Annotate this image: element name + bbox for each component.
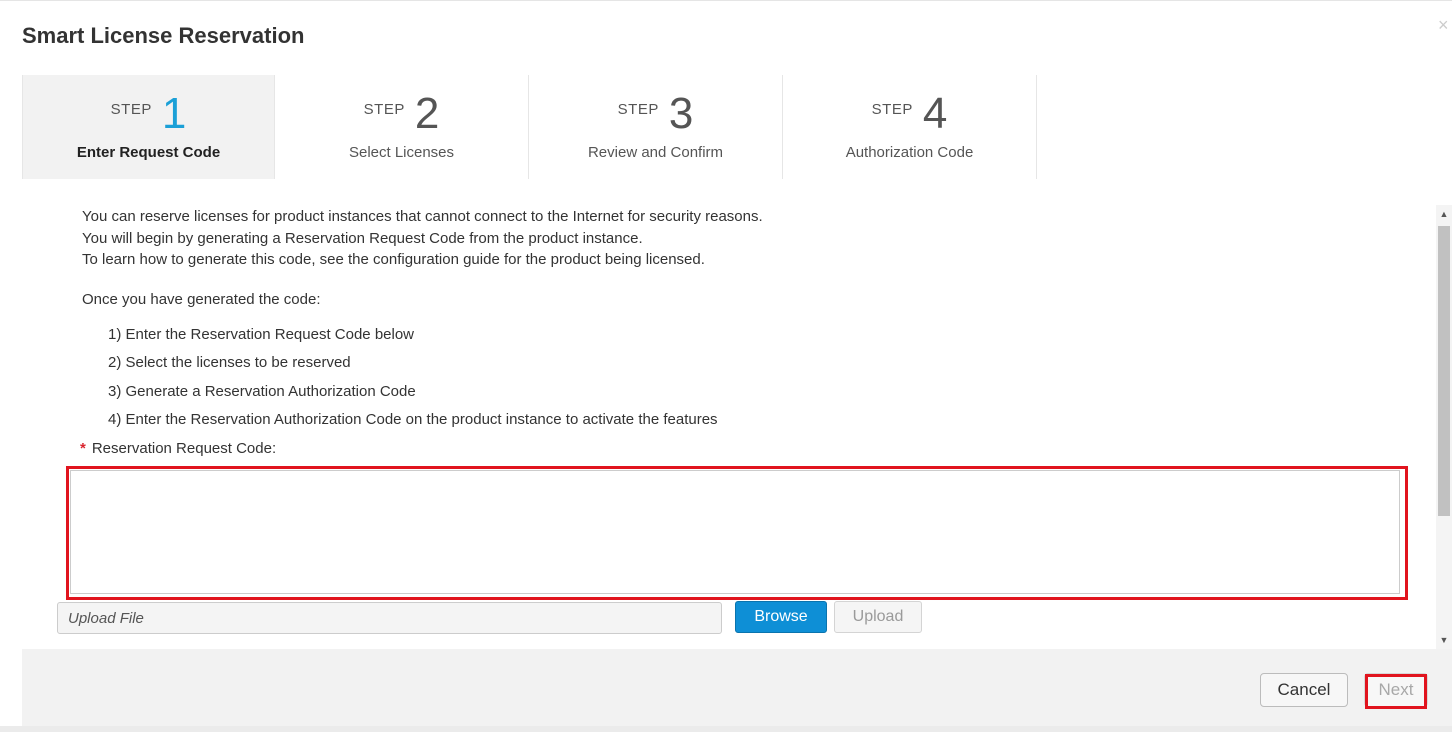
step-number: 4 [922,89,948,138]
scroll-up-arrow-icon[interactable]: ▲ [1436,207,1452,221]
step-label: Authorization Code [845,144,974,161]
step-word: STEP [871,101,913,118]
step-2-select-licenses[interactable]: STEP 2 Select Licenses [275,75,529,179]
step-label: Review and Confirm [587,144,724,161]
request-code-textarea[interactable] [70,470,1400,594]
intro-text: You can reserve licenses for product ins… [82,206,763,271]
step-3-review-and-confirm[interactable]: STEP 3 Review and Confirm [529,75,783,179]
once-generated-text: Once you have generated the code: [82,291,321,308]
dialog-title: Smart License Reservation [22,23,305,48]
step-word: STEP [363,101,405,118]
intro-line-2: You will begin by generating a Reservati… [82,229,643,247]
instruction-list: 1) Enter the Reservation Request Code be… [108,326,718,439]
step-word: STEP [110,101,152,118]
request-code-label-text: Reservation Request Code: [91,440,277,457]
list-item: 3) Generate a Reservation Authorization … [108,382,416,400]
required-marker: * [80,440,86,457]
upload-file-input[interactable] [57,602,722,634]
next-button[interactable]: Next [1364,673,1428,707]
step-number: 2 [414,89,440,138]
list-item: 2) Select the licenses to be reserved [108,354,351,372]
content-scrollbar[interactable]: ▲ ▼ [1436,205,1452,649]
scroll-thumb[interactable] [1438,226,1450,516]
smart-license-dialog: Smart License Reservation × STEP 1 Enter … [0,0,1452,732]
step-label: Select Licenses [348,144,455,161]
step-word: STEP [617,101,659,118]
dialog-footer: Cancel Next [22,649,1452,726]
bottom-divider [0,726,1452,732]
step-number: 1 [161,89,187,138]
intro-line-3: To learn how to generate this code, see … [82,251,705,268]
upload-button[interactable]: Upload [834,601,922,633]
intro-line-1: You can reserve licenses for product ins… [82,208,763,225]
step-1-enter-request-code[interactable]: STEP 1 Enter Request Code [22,75,275,179]
browse-button[interactable]: Browse [735,601,827,633]
wizard-steps: STEP 1 Enter Request Code STEP 2 Select Li… [22,75,1037,179]
cancel-button[interactable]: Cancel [1260,673,1348,707]
step-label: Enter Request Code [76,144,221,161]
step-4-authorization-code[interactable]: STEP 4 Authorization Code [783,75,1037,179]
list-item: 4) Enter the Reservation Authorization C… [108,410,718,428]
list-item: 1) Enter the Reservation Request Code be… [108,326,415,343]
step-number: 3 [668,89,694,138]
scroll-down-arrow-icon[interactable]: ▼ [1436,633,1452,647]
request-code-label: * Reservation Request Code: [80,440,276,457]
close-icon[interactable]: × [1438,15,1449,36]
step-content: You can reserve licenses for product ins… [22,179,1436,649]
